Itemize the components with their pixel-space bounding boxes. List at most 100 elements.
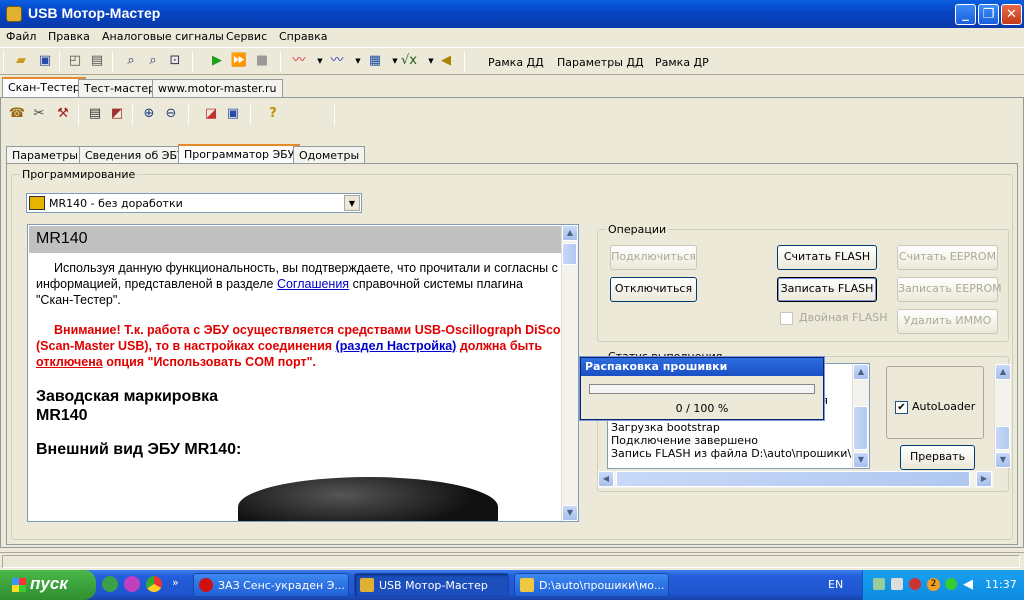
help-icon[interactable]: ? — [264, 105, 282, 123]
chrome-icon[interactable] — [146, 576, 162, 592]
save-icon[interactable]: ▣ — [36, 52, 54, 70]
close-button[interactable]: ✕ — [1001, 4, 1022, 25]
connect-button[interactable]: Подключиться — [610, 245, 697, 270]
calculator-icon[interactable]: ▦ — [366, 52, 384, 70]
ecu-select[interactable]: MR140 - без доработки ▼ — [26, 193, 362, 213]
tab-parameters[interactable]: Параметры — [6, 146, 84, 164]
frame-dr-button[interactable]: Рамка ДР — [655, 56, 709, 69]
tab-website[interactable]: www.motor-master.ru — [152, 79, 283, 97]
write-flash-button[interactable]: Записать FLASH — [777, 277, 877, 302]
device-icon[interactable] — [891, 578, 903, 590]
print-icon[interactable]: ▤ — [88, 52, 106, 70]
scroll-thumb[interactable] — [616, 471, 970, 487]
doc-warning-paragraph: Внимание! Т.к. работа с ЭБУ осуществляет… — [36, 323, 561, 369]
export-icon[interactable]: ◪ — [202, 105, 220, 123]
zoom-fit-icon[interactable]: ⊡ — [166, 52, 184, 70]
minimize-button[interactable]: _ — [955, 4, 976, 25]
disconnect-button[interactable]: Отключиться — [610, 277, 697, 302]
menu-service[interactable]: Сервис — [226, 30, 267, 43]
tab-ecu-programmer[interactable]: Программатор ЭБУ — [178, 144, 301, 165]
stop-icon[interactable]: ■ — [253, 52, 271, 70]
doc-agreement-paragraph: Используя данную функциональность, вы по… — [36, 261, 558, 307]
read-flash-button[interactable]: Считать FLASH — [777, 245, 877, 270]
task-opera[interactable]: ЗАЗ Сенс-украден Э... — [193, 573, 349, 597]
volume-icon[interactable]: ◀ — [963, 577, 973, 592]
title-bar[interactable]: USB Мотор-Мастер _ ❐ ✕ — [0, 0, 1024, 28]
zoom-in-icon[interactable]: ⊕ — [140, 105, 158, 123]
read-eeprom-button[interactable]: Считать EEPROM — [897, 245, 998, 270]
main-tabs: Скан-Тестер Тест-мастер www.motor-master… — [0, 77, 1024, 98]
abort-button[interactable]: Прервать — [900, 445, 975, 470]
phone-icon[interactable]: ☎ — [8, 105, 26, 123]
tab-odometers[interactable]: Одометры — [293, 146, 366, 164]
scroll-thumb[interactable] — [995, 426, 1010, 450]
quicklaunch-icon[interactable] — [102, 576, 118, 592]
scroll-up-icon[interactable]: ▲ — [995, 364, 1011, 380]
autoloader-checkbox[interactable]: ✔ — [895, 401, 908, 414]
quicklaunch-icon[interactable] — [124, 576, 140, 592]
signal-blue-icon[interactable]: 〰 — [328, 52, 346, 70]
scroll-up-icon[interactable]: ▲ — [562, 225, 578, 241]
chevron-down-icon[interactable]: ▼ — [349, 52, 367, 70]
save-icon[interactable]: ▣ — [224, 105, 242, 123]
document-icon[interactable]: ▤ — [86, 105, 104, 123]
play-icon[interactable]: ▶ — [208, 52, 226, 70]
maximize-button[interactable]: ❐ — [978, 4, 999, 25]
tab-ecu-info[interactable]: Сведения об ЭБУ — [79, 146, 190, 164]
zoom-icon[interactable]: ⌕ — [122, 52, 140, 70]
menu-analog-signals[interactable]: Аналоговые сигналы — [102, 30, 224, 43]
task-motor-master[interactable]: USB Мотор-Мастер — [354, 573, 509, 597]
clock[interactable]: 11:37 — [985, 578, 1017, 591]
double-flash-label: Двойная FLASH — [799, 311, 888, 324]
language-indicator[interactable]: EN — [828, 578, 843, 591]
scroll-left-icon[interactable]: ◀ — [598, 471, 614, 487]
menu-file[interactable]: Файл — [6, 30, 36, 43]
network-icon[interactable] — [873, 578, 885, 590]
sqrt-icon[interactable]: √x — [400, 52, 418, 70]
scroll-thumb[interactable] — [562, 243, 577, 265]
fast-forward-icon[interactable]: ⏩ — [230, 52, 248, 70]
frame-dd-button[interactable]: Рамка ДД — [488, 56, 544, 69]
tab-scan-tester[interactable]: Скан-Тестер — [2, 77, 86, 98]
zoom-out-icon[interactable]: ⌕ — [144, 52, 162, 70]
double-flash-checkbox[interactable] — [780, 312, 793, 325]
scroll-down-icon[interactable]: ▼ — [995, 452, 1011, 468]
menu-edit[interactable]: Правка — [48, 30, 90, 43]
print-preview-icon[interactable]: ◰ — [66, 52, 84, 70]
chevron-down-icon[interactable]: ▼ — [344, 195, 360, 211]
status-scrollbar[interactable]: ▲ ▼ — [994, 364, 1011, 468]
status-hscrollbar[interactable]: ◀ ▶ — [598, 471, 994, 488]
scroll-thumb[interactable] — [853, 406, 868, 450]
ecu-doc-viewer[interactable]: MR140 Используя данную функциональность,… — [27, 224, 579, 522]
scroll-down-icon[interactable]: ▼ — [853, 452, 869, 468]
menu-help[interactable]: Справка — [279, 30, 327, 43]
chevron-down-icon[interactable]: ▼ — [311, 52, 329, 70]
shield-icon[interactable] — [909, 578, 921, 590]
hammer-icon[interactable]: ⚒ — [54, 105, 72, 123]
settings-section-link[interactable]: (раздел Настройка) — [336, 339, 457, 353]
chart-icon[interactable]: ◩ — [108, 105, 126, 123]
remove-immo-button[interactable]: Удалить ИММО — [897, 309, 998, 334]
tab-test-master[interactable]: Тест-мастер — [78, 79, 162, 97]
scroll-right-icon[interactable]: ▶ — [976, 471, 992, 487]
scroll-down-icon[interactable]: ▼ — [562, 505, 578, 521]
quicklaunch-more-icon[interactable]: » — [172, 576, 179, 589]
zoom-out-icon[interactable]: ⊖ — [162, 105, 180, 123]
start-button[interactable]: пуск — [0, 570, 96, 600]
tools-icon[interactable]: ✂ — [30, 105, 48, 123]
progress-text: 0 / 100 % — [675, 402, 729, 415]
open-folder-icon[interactable]: ▰ — [12, 52, 30, 70]
agreement-link[interactable]: Соглашения — [277, 277, 349, 291]
task-explorer[interactable]: D:\auto\прошики\мо... — [514, 573, 669, 597]
doc-header: MR140 — [29, 226, 562, 253]
disabled-link[interactable]: отключена — [36, 355, 103, 369]
doc-scrollbar[interactable]: ▲ ▼ — [561, 225, 578, 521]
params-dd-button[interactable]: Параметры ДД — [557, 56, 644, 69]
sound-icon[interactable]: ◀ — [437, 52, 455, 70]
signal-red-icon[interactable]: 〰 — [290, 52, 308, 70]
write-eeprom-button[interactable]: Записать EEPROM — [897, 277, 1002, 302]
notification-badge[interactable]: 2 — [927, 578, 940, 591]
scroll-up-icon[interactable]: ▲ — [853, 364, 869, 380]
status-icon[interactable] — [945, 578, 957, 590]
log-scrollbar[interactable]: ▲ ▼ — [852, 364, 869, 468]
